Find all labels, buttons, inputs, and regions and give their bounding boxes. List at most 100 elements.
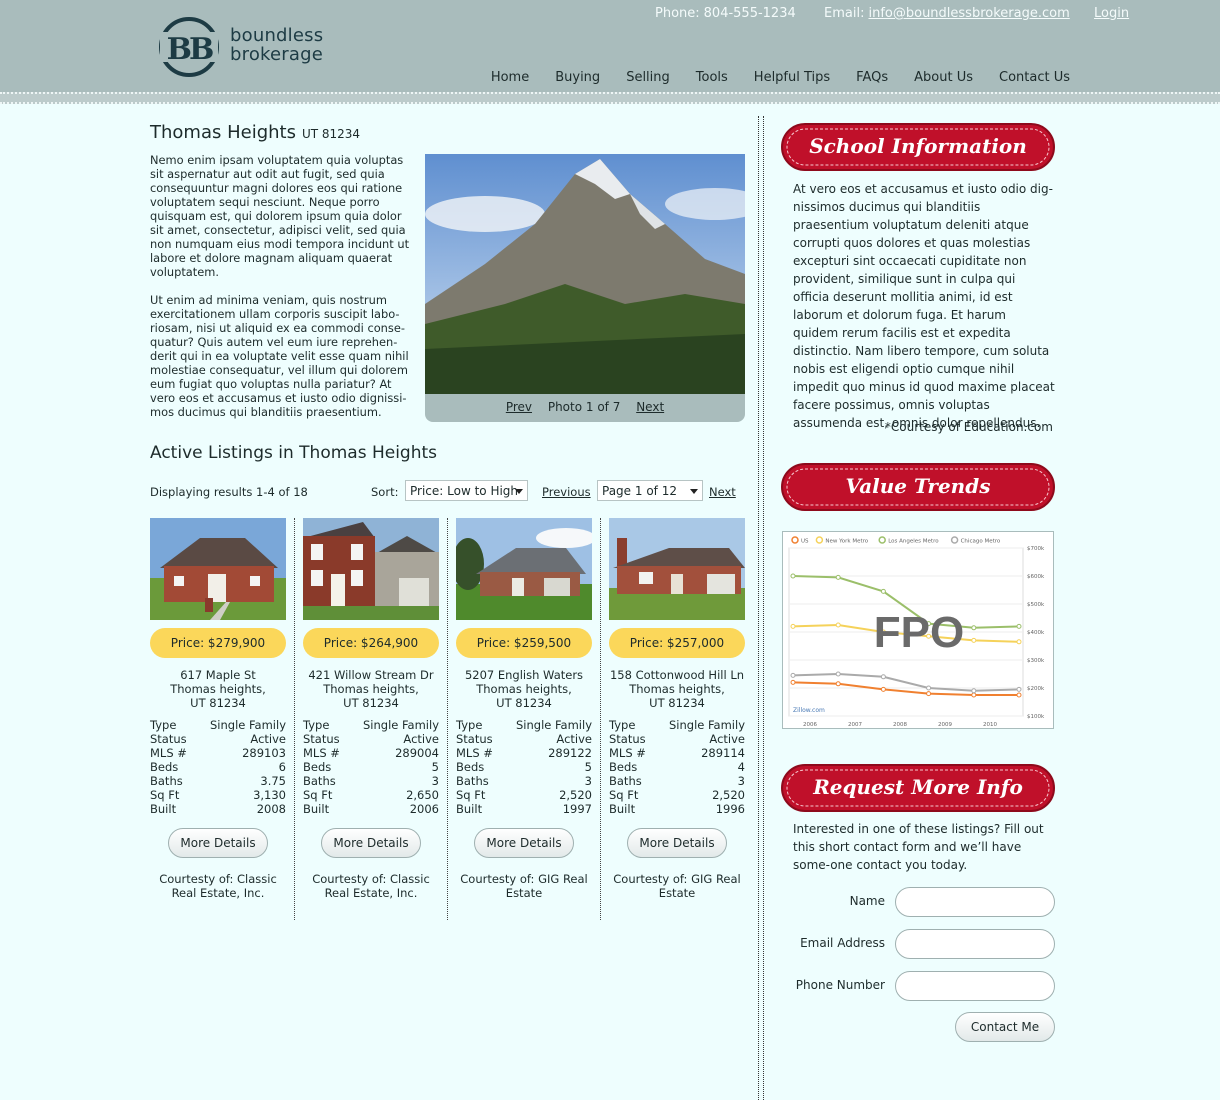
series-point xyxy=(835,681,841,687)
email-field[interactable] xyxy=(895,929,1055,959)
value-trends-title: Value Trends xyxy=(845,474,991,498)
site-logo[interactable]: BB boundless brokerage xyxy=(158,16,333,78)
series-point xyxy=(790,679,796,685)
description-paragraph: Ut enim ad minima veniam, quis nostrum e… xyxy=(150,293,409,419)
spec-value: 289122 xyxy=(548,746,592,760)
spec-row: Type Single Family xyxy=(150,718,286,732)
spec-row: Status Active xyxy=(303,732,439,746)
listing-state: UT 81234 xyxy=(343,696,399,710)
series-point xyxy=(926,691,932,697)
spec-label: Built xyxy=(456,802,483,816)
listing-price: Price: $264,900 xyxy=(303,628,439,658)
more-details-button[interactable]: More Details xyxy=(474,828,574,858)
email-label: Email Address xyxy=(800,936,885,950)
spec-label: MLS # xyxy=(609,746,646,760)
login-link[interactable]: Login xyxy=(1094,6,1129,21)
nav-helpful-tips[interactable]: Helpful Tips xyxy=(754,70,830,85)
series-point xyxy=(971,688,977,694)
nav-about-us[interactable]: About Us xyxy=(914,70,973,85)
spec-label: Sq Ft xyxy=(303,788,333,802)
spec-value: 289103 xyxy=(242,746,286,760)
name-field[interactable] xyxy=(895,887,1055,917)
email-link[interactable]: info@boundlessbrokerage.com xyxy=(868,6,1069,21)
previous-page-link[interactable]: Previous xyxy=(542,485,591,499)
spec-row: Status Active xyxy=(150,732,286,746)
listing-street: 5207 English Waters xyxy=(464,668,584,682)
spec-row: Sq Ft 2,520 xyxy=(609,788,745,802)
more-details-button[interactable]: More Details xyxy=(168,828,268,858)
listing-divider xyxy=(447,518,448,920)
spec-label: Type xyxy=(303,718,330,732)
nav-home[interactable]: Home xyxy=(491,70,529,85)
spec-value: Single Family xyxy=(209,718,286,732)
spec-row: Built 2008 xyxy=(150,802,286,816)
listing-photo[interactable] xyxy=(303,518,439,620)
photo-prev-link[interactable]: Prev xyxy=(506,400,532,414)
spec-label: MLS # xyxy=(456,746,493,760)
spec-label: Sq Ft xyxy=(456,788,486,802)
spec-label: Beds xyxy=(150,760,179,774)
spec-row: Status Active xyxy=(456,732,592,746)
spec-label: MLS # xyxy=(150,746,187,760)
phone-field[interactable] xyxy=(895,971,1055,1001)
y-tick-label: $400k xyxy=(1027,630,1045,636)
page-select[interactable]: Page 1 of 12 xyxy=(597,480,703,501)
listing-card: Price: $257,000 158 Cottonwood Hill Ln T… xyxy=(609,518,745,920)
spec-row: Built 1997 xyxy=(456,802,592,816)
series-point xyxy=(1016,623,1022,629)
spec-value: 4 xyxy=(737,760,745,774)
spec-value: 2,520 xyxy=(712,788,745,802)
school-info-title: School Information xyxy=(809,134,1027,158)
more-details-button[interactable]: More Details xyxy=(627,828,727,858)
spec-row: Built 2006 xyxy=(303,802,439,816)
spec-value: Single Family xyxy=(668,718,745,732)
listing-photo[interactable] xyxy=(456,518,592,620)
request-info-banner: Request More Info xyxy=(780,763,1056,815)
sort-select[interactable]: Price: Low to High xyxy=(405,480,528,501)
legend-marker xyxy=(815,536,824,544)
spec-label: Status xyxy=(609,732,646,746)
y-tick-label: $200k xyxy=(1027,686,1045,692)
listing-photo[interactable] xyxy=(609,518,745,620)
series-point xyxy=(880,588,886,594)
phone-number: 804-555-1234 xyxy=(703,6,796,21)
listing-city: Thomas heights, xyxy=(476,682,572,696)
spec-value: Active xyxy=(709,732,745,746)
nav-selling[interactable]: Selling xyxy=(626,70,670,85)
spec-label: Built xyxy=(303,802,330,816)
logo-line-1: boundless xyxy=(230,25,324,46)
spec-value: 2008 xyxy=(256,802,286,816)
x-tick-label: 2006 xyxy=(803,722,817,728)
nav-faqs[interactable]: FAQs xyxy=(856,70,888,85)
spec-label: Status xyxy=(456,732,493,746)
spec-value: 5 xyxy=(584,760,592,774)
y-tick-label: $500k xyxy=(1027,602,1045,608)
phone-label: Phone: xyxy=(655,6,700,21)
next-page-link[interactable]: Next xyxy=(709,485,736,499)
nav-contact-us[interactable]: Contact Us xyxy=(999,70,1070,85)
property-photo xyxy=(425,154,745,394)
sort-select-value: Price: Low to High xyxy=(410,484,519,498)
spec-row: Baths 3 xyxy=(456,774,592,788)
series-point xyxy=(1016,692,1022,698)
listing-photo[interactable] xyxy=(150,518,286,620)
spec-row: Status Active xyxy=(609,732,745,746)
spec-value: Active xyxy=(403,732,439,746)
nav-tools[interactable]: Tools xyxy=(696,70,728,85)
listing-state: UT 81234 xyxy=(496,696,552,710)
photo-next-link[interactable]: Next xyxy=(636,400,664,414)
spec-row: MLS # 289004 xyxy=(303,746,439,760)
more-details-button[interactable]: More Details xyxy=(321,828,421,858)
header-stitch-divider xyxy=(0,92,1220,104)
legend-marker xyxy=(791,536,799,544)
school-info-text: At vero eos et accusamus et iusto odio d… xyxy=(793,182,1055,430)
school-info-courtesy: *Courtesy of Education.com xyxy=(884,420,1053,434)
series-point xyxy=(880,686,886,692)
series-point xyxy=(880,674,886,680)
contact-me-button[interactable]: Contact Me xyxy=(955,1012,1055,1042)
legend-label: Los Angeles Metro xyxy=(888,539,939,545)
nav-buying[interactable]: Buying xyxy=(555,70,600,85)
listing-street: 158 Cottonwood Hill Ln xyxy=(609,668,745,682)
listing-street: 617 Maple St xyxy=(180,668,256,682)
spec-label: Sq Ft xyxy=(609,788,639,802)
